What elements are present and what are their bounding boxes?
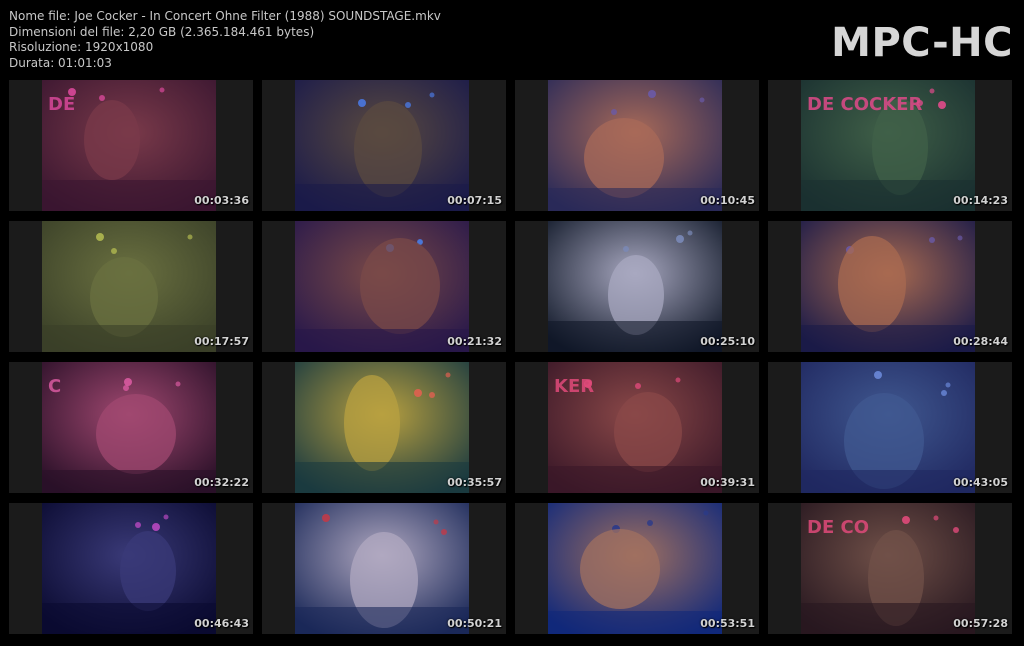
timestamp: 00:35:57 — [447, 476, 502, 489]
timestamp: 00:07:15 — [447, 194, 502, 207]
video-frame — [295, 80, 469, 211]
timestamp: 00:17:57 — [194, 335, 249, 348]
timestamp: 00:43:05 — [953, 476, 1008, 489]
thumbnail[interactable]: 00:21:32 — [262, 221, 506, 352]
video-frame: DE — [42, 80, 216, 211]
video-frame: KER — [548, 362, 722, 493]
thumbnail[interactable]: 00:28:44 — [768, 221, 1012, 352]
stage-sign-text: DE — [48, 94, 75, 115]
thumbnail[interactable]: 00:25:10 — [515, 221, 759, 352]
video-frame — [548, 503, 722, 634]
timestamp: 00:32:22 — [194, 476, 249, 489]
video-frame — [548, 221, 722, 352]
stage-sign-text: DE CO — [807, 517, 869, 538]
video-frame — [42, 221, 216, 352]
timestamp: 00:03:36 — [194, 194, 249, 207]
thumbnail[interactable]: C 00:32:22 — [9, 362, 253, 493]
timestamp: 00:10:45 — [700, 194, 755, 207]
video-frame — [801, 221, 975, 352]
thumbnail[interactable]: DE 00:03:36 — [9, 80, 253, 211]
thumbnail[interactable]: 00:07:15 — [262, 80, 506, 211]
stage-sign-text: DE COCKER — [807, 94, 922, 115]
thumbnail[interactable]: 00:35:57 — [262, 362, 506, 493]
video-frame — [295, 221, 469, 352]
timestamp: 00:46:43 — [194, 617, 249, 630]
video-frame — [801, 362, 975, 493]
stage-sign-text: KER — [554, 376, 594, 397]
timestamp: 00:53:51 — [700, 617, 755, 630]
video-frame — [548, 80, 722, 211]
file-duration: Durata: 01:01:03 — [9, 55, 112, 70]
video-frame: C — [42, 362, 216, 493]
thumbnail[interactable]: 00:46:43 — [9, 503, 253, 634]
timestamp: 00:39:31 — [700, 476, 755, 489]
timestamp: 00:14:23 — [953, 194, 1008, 207]
thumbnail[interactable]: KER 00:39:31 — [515, 362, 759, 493]
video-frame — [295, 362, 469, 493]
thumbnail[interactable]: 00:43:05 — [768, 362, 1012, 493]
thumbnail[interactable]: 00:10:45 — [515, 80, 759, 211]
timestamp: 00:25:10 — [700, 335, 755, 348]
video-frame: DE CO — [801, 503, 975, 634]
timestamp: 00:28:44 — [953, 335, 1008, 348]
stage-sign-text: C — [48, 376, 61, 397]
timestamp: 00:57:28 — [953, 617, 1008, 630]
file-name: Nome file: Joe Cocker - In Concert Ohne … — [9, 9, 441, 23]
thumbnail[interactable]: DE CO 00:57:28 — [768, 503, 1012, 634]
timestamp: 00:50:21 — [447, 617, 502, 630]
timestamp: 00:21:32 — [447, 335, 502, 348]
thumbnail[interactable]: 00:17:57 — [9, 221, 253, 352]
file-size: Dimensioni del file: 2,20 GB (2.365.184.… — [9, 24, 315, 39]
thumbnail[interactable]: DE COCKER 00:14:23 — [768, 80, 1012, 211]
file-info: Nome file: Joe Cocker - In Concert Ohne … — [9, 9, 441, 71]
file-resolution: Risoluzione: 1920x1080 — [9, 40, 154, 54]
thumbnail[interactable]: 00:50:21 — [262, 503, 506, 634]
thumbnail[interactable]: 00:53:51 — [515, 503, 759, 634]
video-frame — [42, 503, 216, 634]
video-frame: DE COCKER — [801, 80, 975, 211]
mpc-hc-logo: MPC-HC — [831, 20, 1013, 66]
video-frame — [295, 503, 469, 634]
